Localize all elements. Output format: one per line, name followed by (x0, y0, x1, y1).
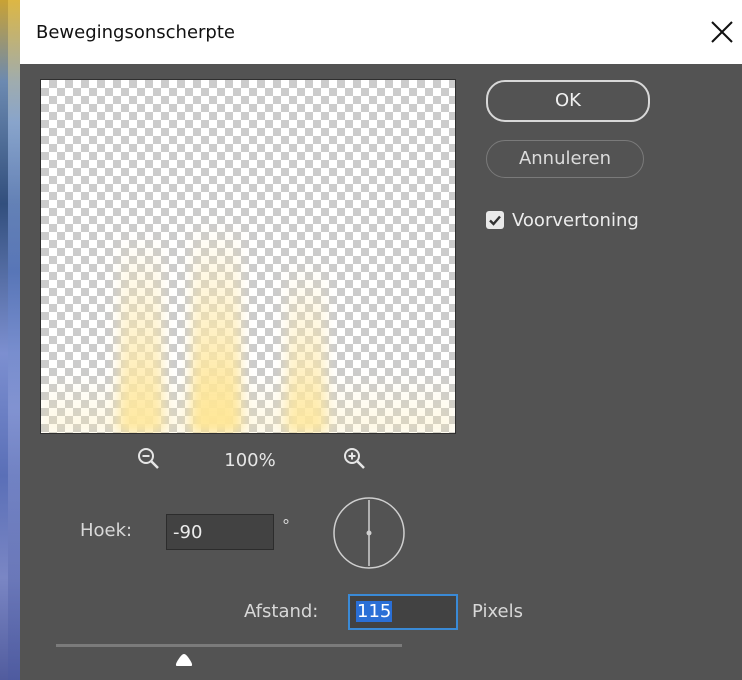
distance-unit: Pixels (472, 601, 524, 622)
zoom-controls: 100% (40, 442, 454, 478)
title-bar: Bewegingsonscherpte (20, 0, 742, 65)
distance-slider-track[interactable] (56, 644, 402, 647)
checkmark-icon (489, 215, 501, 226)
motion-blur-dialog: 100% OK Annuleren Voorvertoning Hoek: ° (20, 64, 742, 680)
dialog-title: Bewegingsonscherpte (36, 22, 235, 43)
zoom-level: 100% (224, 450, 276, 471)
distance-input[interactable]: 115 (348, 594, 458, 630)
distance-value: 115 (356, 601, 393, 622)
preview-streak (41, 373, 455, 433)
distance-label: Afstand: (244, 601, 319, 622)
zoom-out-icon[interactable] (136, 446, 162, 472)
preview-checkbox[interactable] (486, 211, 504, 229)
angle-input[interactable] (166, 514, 274, 550)
preview-canvas[interactable] (40, 79, 456, 434)
distance-slider-thumb[interactable] (174, 652, 194, 666)
cancel-button[interactable]: Annuleren (486, 140, 644, 178)
close-icon[interactable] (704, 14, 740, 50)
angle-dial-icon[interactable] (332, 496, 406, 570)
zoom-in-icon[interactable] (342, 446, 368, 472)
ok-button[interactable]: OK (486, 80, 650, 122)
angle-label: Hoek: (80, 520, 133, 541)
preview-checkbox-label: Voorvertoning (512, 210, 639, 231)
angle-unit: ° (282, 516, 290, 535)
background-image-strip (0, 0, 20, 680)
